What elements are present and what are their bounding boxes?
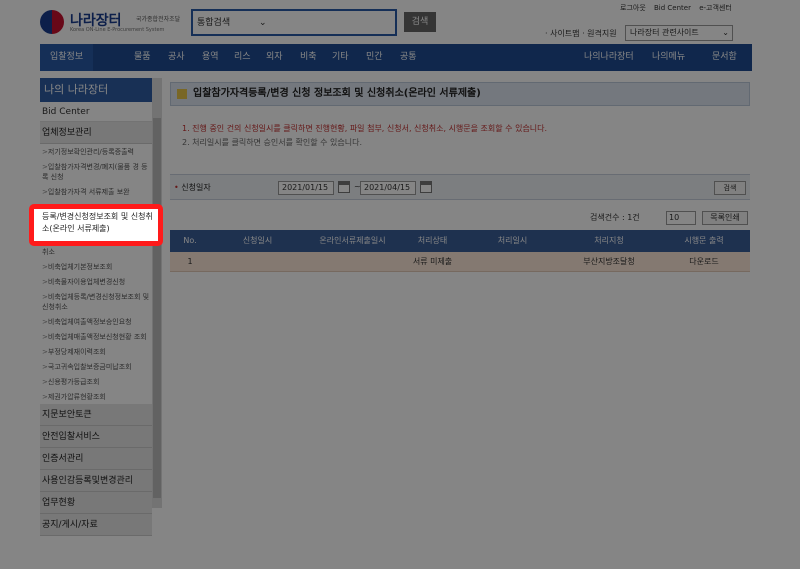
- logo-english: Korea ON-Line E-Procurement System: [70, 27, 165, 33]
- customer-center-link[interactable]: e-고객센터: [699, 4, 732, 12]
- search-scope-select[interactable]: 통합검색 ⌄: [197, 15, 267, 31]
- date-to-input[interactable]: 2021/04/15: [360, 181, 416, 195]
- cell-status: 서류 미제출: [412, 257, 453, 266]
- sidebar-scrollbar[interactable]: [152, 78, 162, 508]
- sidebar-subitem[interactable]: >비축업체등록/변경신청정보조회 및 신청취소: [40, 289, 152, 314]
- nav-stockpile[interactable]: 비축: [300, 44, 317, 71]
- result-table: No. 신청일시 온라인서류제출일시 처리상태 처리일시 처리지청 시행문 출력…: [170, 230, 750, 272]
- col-print: 시행문 출력: [684, 236, 724, 245]
- main-nav: 입찰정보 물품 공사 용역 리스 외자 비축 기타 민간 공통 나의나라장터 나…: [40, 44, 752, 71]
- search-condition-bar: • 신청일자 2021/01/15 ~ 2021/04/15 검색: [170, 174, 750, 200]
- search-button[interactable]: 검색: [404, 12, 436, 32]
- notice-line-2: 2. 처리일시를 클릭하면 승인서를 확인할 수 있습니다.: [182, 138, 362, 147]
- header: 나라장터 국가종합전자조달 Korea ON-Line E-Procuremen…: [0, 0, 800, 44]
- sidebar-subitem[interactable]: >입찰참가자격변경/폐지(물품 경 등록 신청: [40, 159, 152, 184]
- chevron-down-icon: ⌄: [259, 18, 267, 28]
- per-page-select[interactable]: 10: [666, 211, 696, 225]
- nav-documents[interactable]: 문서함: [712, 44, 737, 71]
- sidebar-subitem[interactable]: >비축업체매출액정보신청현황 조회: [40, 329, 152, 344]
- result-count: 검색건수 : 1건: [590, 213, 640, 222]
- nav-etc[interactable]: 기타: [332, 44, 349, 71]
- sidebar-section-certificate[interactable]: 인증서관리: [40, 448, 152, 470]
- sidebar-subitem[interactable]: >비축업체여출액정보승인요청: [40, 314, 152, 329]
- sidebar-title: 나의 나라장터: [40, 78, 152, 102]
- result-toolbar: 검색건수 : 1건 10 목록인쇄: [590, 210, 750, 226]
- search-box[interactable]: 통합검색 ⌄: [191, 9, 397, 36]
- sitemap-links[interactable]: · 사이트맵 · 원격지원: [545, 28, 617, 39]
- sidebar-subitem[interactable]: >부정당제재이력조회: [40, 344, 152, 359]
- sidebar-section-seal[interactable]: 사용인감등록및변경관리: [40, 470, 152, 492]
- utility-links: 로그아웃 Bid Center e-고객센터: [620, 3, 800, 15]
- date-from-input[interactable]: 2021/01/15: [278, 181, 334, 195]
- sidebar-section-safe-bid[interactable]: 안전입찰서비스: [40, 426, 152, 448]
- condition-search-button[interactable]: 검색: [714, 181, 746, 195]
- sidebar-subitem[interactable]: >비축업체기본정보조회: [40, 259, 152, 274]
- nav-my-narajangteo[interactable]: 나의나라장터: [584, 44, 634, 71]
- col-no: No.: [183, 236, 197, 245]
- sidebar-subitem[interactable]: >입찰참가자격 서류제출 보완: [40, 184, 152, 204]
- sidebar-section-work-status[interactable]: 업무현황: [40, 492, 152, 514]
- site-logo[interactable]: 나라장터 국가종합전자조달 Korea ON-Line E-Procuremen…: [40, 10, 190, 36]
- col-status: 처리상태: [417, 236, 448, 245]
- nav-my-menu[interactable]: 나의메뉴: [652, 44, 685, 71]
- cell-apply-date[interactable]: [210, 252, 305, 271]
- logout-link[interactable]: 로그아웃: [620, 4, 646, 12]
- sidebar-subitem[interactable]: >신용평가등급조회: [40, 374, 152, 389]
- sidebar-item-bid-center[interactable]: Bid Center: [40, 102, 152, 122]
- highlighted-menu-item[interactable]: 등록/변경신청정보조회 및 신청취소(온라인 서류제출): [29, 204, 163, 246]
- sidebar-subitem[interactable]: >국고귀속입찰보증금미납조회: [40, 359, 152, 374]
- sidebar: 나의 나라장터 Bid Center 업체정보관리 >저기정보확인관리/등록증출…: [40, 78, 152, 569]
- highlighted-menu-label: 등록/변경신청정보조회 및 신청취소(온라인 서류제출): [42, 212, 153, 233]
- nav-construction[interactable]: 공사: [168, 44, 185, 71]
- nav-bid-info[interactable]: 입찰정보: [40, 44, 94, 71]
- cell-process-date[interactable]: [465, 252, 560, 271]
- nav-foreign[interactable]: 외자: [266, 44, 283, 71]
- notice-line-1: 1. 진행 중인 건의 신청일시를 클릭하면 진행현황, 파일 첨부, 신청서,…: [182, 124, 548, 133]
- sidebar-section-company-info[interactable]: 업체정보관리: [40, 122, 152, 144]
- document-icon: [177, 89, 187, 99]
- nav-lease[interactable]: 리스: [234, 44, 251, 71]
- sidebar-subitem[interactable]: >제권가압류현황조회: [40, 389, 152, 404]
- col-online-submit: 온라인서류제출일시: [319, 236, 386, 245]
- related-site-value: 나라장터 관련사이트: [630, 28, 699, 37]
- sidebar-section-notice[interactable]: 공지/게시/자료: [40, 514, 152, 536]
- bid-center-link[interactable]: Bid Center: [654, 4, 691, 12]
- nav-private[interactable]: 민간: [366, 44, 383, 71]
- download-link[interactable]: 다운로드: [658, 252, 750, 271]
- table-row: 1 서류 미제출 부산지방조달청 다운로드: [170, 252, 750, 272]
- sidebar-subitem[interactable]: >저기정보확인관리/등록증출력: [40, 144, 152, 159]
- cell-no: 1: [187, 257, 193, 266]
- col-process-date: 처리일시: [497, 236, 528, 245]
- nav-common[interactable]: 공통: [400, 44, 417, 71]
- print-list-button[interactable]: 목록인쇄: [702, 211, 748, 225]
- sidebar-subitem[interactable]: >비축물자이용업체변경신청: [40, 274, 152, 289]
- notice-box: 1. 진행 중인 건의 신청일시를 클릭하면 진행현황, 파일 첨부, 신청서,…: [170, 122, 750, 162]
- nav-service[interactable]: 용역: [202, 44, 219, 71]
- logo-subtitle: 국가종합전자조달: [136, 16, 181, 23]
- related-site-select[interactable]: 나라장터 관련사이트 ⌄: [625, 25, 733, 41]
- nav-goods[interactable]: 물품: [134, 44, 151, 71]
- calendar-icon[interactable]: [338, 181, 350, 193]
- scrollbar-thumb[interactable]: [153, 118, 161, 498]
- sidebar-section-fingerprint-token[interactable]: 지문보안토큰: [40, 404, 152, 426]
- col-office: 처리지청: [594, 236, 624, 245]
- chevron-down-icon: ⌄: [722, 28, 729, 37]
- col-apply-date: 신청일시: [242, 236, 273, 245]
- taeguk-logo-icon: [40, 10, 64, 34]
- page-title: 입찰참가자격등록/변경 신청 정보조회 및 신청취소(온라인 서류제출): [170, 82, 750, 106]
- table-header: No. 신청일시 온라인서류제출일시 처리상태 처리일시 처리지청 시행문 출력: [170, 230, 750, 252]
- cell-office: 부산지방조달청: [583, 257, 635, 266]
- cell-online-submit: [305, 252, 400, 271]
- calendar-icon[interactable]: [420, 181, 432, 193]
- search-scope-value: 통합검색: [197, 18, 231, 28]
- condition-label: • 신청일자: [174, 183, 211, 192]
